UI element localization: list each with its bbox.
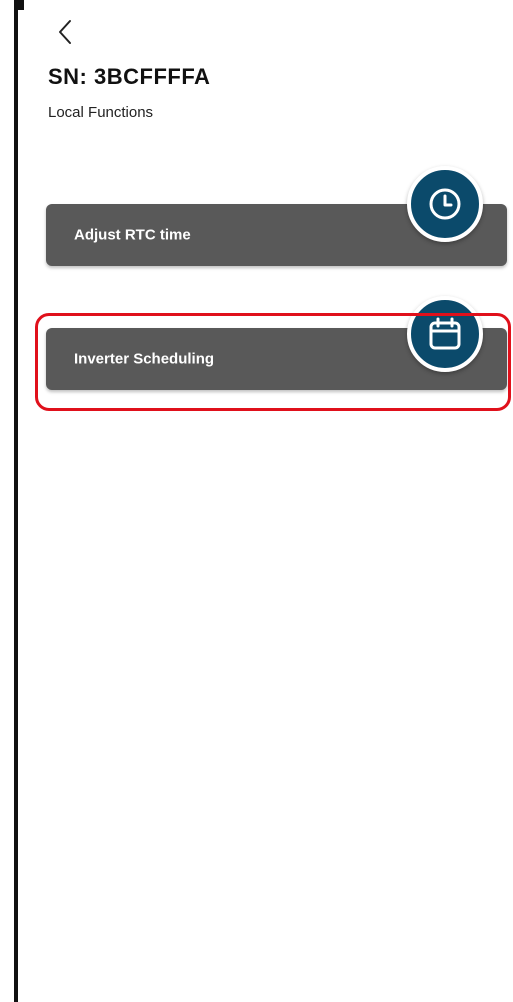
adjust-rtc-time-label: Adjust RTC time xyxy=(74,226,191,244)
page-title: SN: 3BCFFFFA xyxy=(48,64,211,89)
calendar-icon[interactable] xyxy=(407,296,483,372)
chevron-left-icon xyxy=(59,20,71,44)
clock-icon[interactable] xyxy=(407,166,483,242)
device-frame-edge xyxy=(0,0,24,1002)
back-button[interactable] xyxy=(52,18,80,46)
inverter-scheduling-label: Inverter Scheduling xyxy=(74,350,215,368)
page-subtitle: Local Functions xyxy=(48,104,154,121)
local-functions-screen: SN: 3BCFFFFA Local Functions Adjust RTC … xyxy=(0,0,513,1002)
